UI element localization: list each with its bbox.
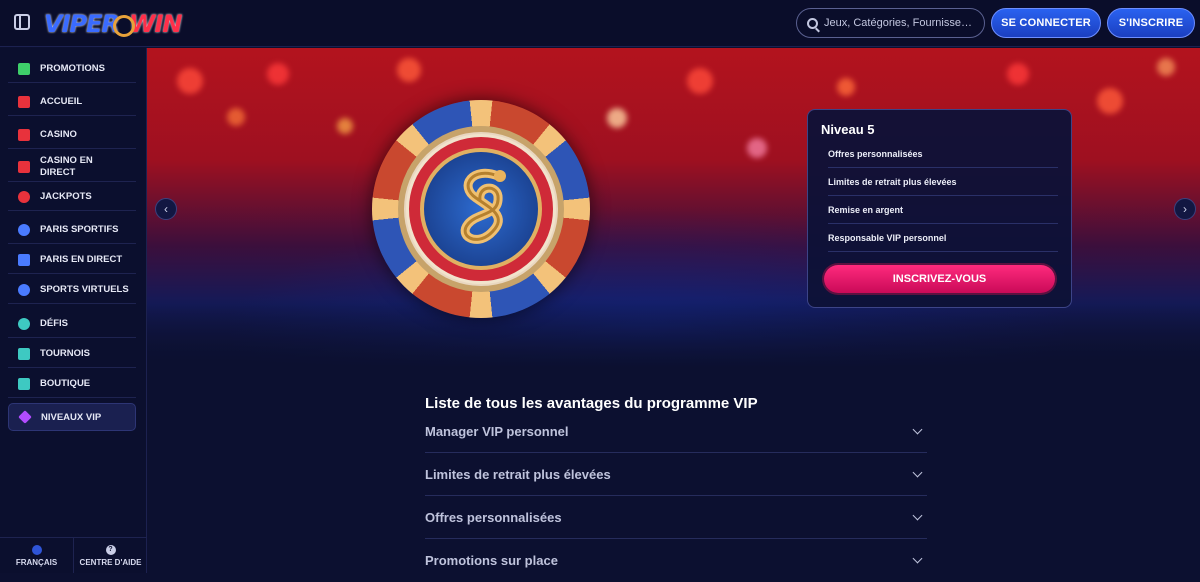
bokeh-light bbox=[397, 58, 421, 82]
sidebar-item-label: SPORTS VIRTUELS bbox=[40, 284, 129, 295]
help-center-link[interactable]: ? CENTRE D'AIDE bbox=[73, 538, 147, 573]
sidebar-item-paris-sportifs[interactable]: PARIS SPORTIFS bbox=[8, 216, 136, 244]
sidebar-item-label: BOUTIQUE bbox=[40, 378, 91, 389]
benefit-label: Limites de retrait plus élevées bbox=[425, 466, 611, 482]
benefit-accordion-item[interactable]: Manager VIP personnel bbox=[425, 410, 927, 453]
sidebar-item-label: CASINO EN DIRECT bbox=[40, 154, 93, 178]
logo[interactable]: VIPER WIN bbox=[44, 8, 182, 40]
logo-ring-icon bbox=[112, 15, 135, 37]
medal-icon bbox=[18, 317, 30, 330]
trophy-icon bbox=[18, 347, 30, 360]
sidebar-item-label: PARIS EN DIRECT bbox=[40, 254, 123, 265]
sidebar-item-tournois[interactable]: TOURNOIS bbox=[8, 340, 136, 368]
sidebar-item-promotions[interactable]: PROMOTIONS bbox=[8, 55, 136, 83]
language-label: FRANÇAIS bbox=[15, 557, 58, 567]
register-button[interactable]: INSCRIVEZ-VOUS bbox=[824, 265, 1055, 293]
flag-icon bbox=[31, 544, 42, 555]
sidebar-item-label: JACKPOTS bbox=[40, 191, 92, 202]
hero-fade bbox=[147, 298, 1200, 368]
help-icon: ? bbox=[105, 544, 116, 555]
vip-chip-logo bbox=[372, 100, 590, 318]
sidebar-item-label: PARIS SPORTIFS bbox=[40, 224, 119, 235]
bokeh-light bbox=[837, 78, 855, 96]
sidebar-item-label: TOURNOIS bbox=[40, 348, 90, 359]
bokeh-light bbox=[1097, 88, 1123, 114]
sidebar-item-casino[interactable]: CASINO bbox=[8, 121, 136, 149]
chevron-left-icon: ‹ bbox=[164, 202, 168, 216]
sidebar-item-label: NIVEAUX VIP bbox=[41, 411, 102, 423]
benefit-label: Promotions sur place bbox=[425, 553, 558, 568]
live-bet-icon bbox=[18, 253, 30, 266]
search-icon bbox=[807, 17, 818, 29]
diamond-icon bbox=[18, 410, 32, 424]
slot-machine-icon bbox=[18, 128, 30, 141]
logo-text-viper: VIPER bbox=[44, 10, 120, 38]
bokeh-light bbox=[607, 108, 627, 128]
sidebar-item-sports-virtuels[interactable]: SPORTS VIRTUELS bbox=[8, 276, 136, 304]
carousel-next-button[interactable]: › bbox=[1174, 198, 1196, 220]
chevron-down-icon bbox=[912, 424, 923, 434]
signup-button[interactable]: S'INSCRIRE bbox=[1107, 8, 1195, 38]
search-input[interactable]: Jeux, Catégories, Fournisseu... bbox=[796, 8, 985, 38]
vip-perk: Remise en argent bbox=[828, 196, 1058, 224]
sidebar-item-accueil[interactable]: ACCUEIL bbox=[8, 88, 136, 116]
bokeh-light bbox=[1007, 63, 1029, 85]
shop-icon bbox=[18, 377, 30, 390]
benefit-accordion-item[interactable]: Promotions sur place bbox=[425, 539, 927, 582]
vip-perk: Responsable VIP personnel bbox=[828, 224, 1058, 252]
login-button[interactable]: SE CONNECTER bbox=[991, 8, 1101, 38]
sidebar-item-label: PROMOTIONS bbox=[40, 63, 105, 74]
live-casino-icon bbox=[18, 160, 30, 173]
sidebar-item-defis[interactable]: DÉFIS bbox=[8, 310, 136, 338]
vip-perk: Limites de retrait plus élevées bbox=[828, 168, 1058, 196]
chevron-right-icon: › bbox=[1183, 202, 1187, 216]
help-label: CENTRE D'AIDE bbox=[79, 557, 142, 567]
bokeh-light bbox=[1157, 58, 1175, 76]
language-selector[interactable]: FRANÇAIS bbox=[0, 538, 73, 573]
bokeh-light bbox=[337, 118, 353, 134]
top-bar: VIPER WIN Jeux, Catégories, Fournisseu..… bbox=[0, 0, 1200, 47]
gamepad-icon bbox=[18, 283, 30, 296]
home-icon bbox=[18, 95, 30, 108]
sidebar-item-paris-en-direct[interactable]: PARIS EN DIRECT bbox=[8, 246, 136, 274]
carousel-prev-button[interactable]: ‹ bbox=[155, 198, 177, 220]
sidebar-item-label: DÉFIS bbox=[40, 318, 68, 329]
sidebar-toggle-icon[interactable] bbox=[14, 14, 30, 30]
bokeh-light bbox=[747, 138, 767, 158]
bokeh-light bbox=[177, 68, 203, 94]
sidebar-item-label: ACCUEIL bbox=[40, 96, 83, 107]
sidebar-item-casino-en-direct[interactable]: CASINO EN DIRECT bbox=[8, 152, 136, 182]
jackpot-icon bbox=[18, 190, 30, 203]
logo-text-win: WIN bbox=[128, 10, 182, 38]
ball-icon bbox=[18, 223, 30, 236]
chevron-down-icon bbox=[912, 467, 923, 477]
gift-icon bbox=[18, 62, 30, 75]
benefit-label: Manager VIP personnel bbox=[425, 423, 569, 439]
benefit-label: Offres personnalisées bbox=[425, 509, 562, 525]
sidebar-item-label: CASINO bbox=[40, 129, 77, 140]
vip-level-card: Niveau 5 Offres personnalisées Limites d… bbox=[807, 109, 1072, 308]
snake-icon bbox=[460, 168, 506, 244]
chevron-down-icon bbox=[912, 510, 923, 520]
sidebar-item-niveaux-vip[interactable]: NIVEAUX VIP bbox=[8, 403, 136, 431]
sidebar-footer: FRANÇAIS ? CENTRE D'AIDE bbox=[0, 537, 147, 573]
sidebar: PROMOTIONS ACCUEIL CASINO CASINO EN DIRE… bbox=[0, 48, 147, 573]
benefit-accordion-item[interactable]: Limites de retrait plus élevées bbox=[425, 453, 927, 496]
bokeh-light bbox=[267, 63, 289, 85]
search-placeholder: Jeux, Catégories, Fournisseu... bbox=[824, 17, 974, 29]
vip-level-title: Niveau 5 bbox=[821, 122, 875, 137]
sidebar-item-boutique[interactable]: BOUTIQUE bbox=[8, 370, 136, 398]
bokeh-light bbox=[687, 68, 713, 94]
sidebar-item-jackpots[interactable]: JACKPOTS bbox=[8, 183, 136, 211]
bokeh-light bbox=[227, 108, 245, 126]
chevron-down-icon bbox=[912, 553, 923, 564]
benefit-accordion-item[interactable]: Offres personnalisées bbox=[425, 496, 927, 539]
vip-perk: Offres personnalisées bbox=[828, 140, 1058, 168]
